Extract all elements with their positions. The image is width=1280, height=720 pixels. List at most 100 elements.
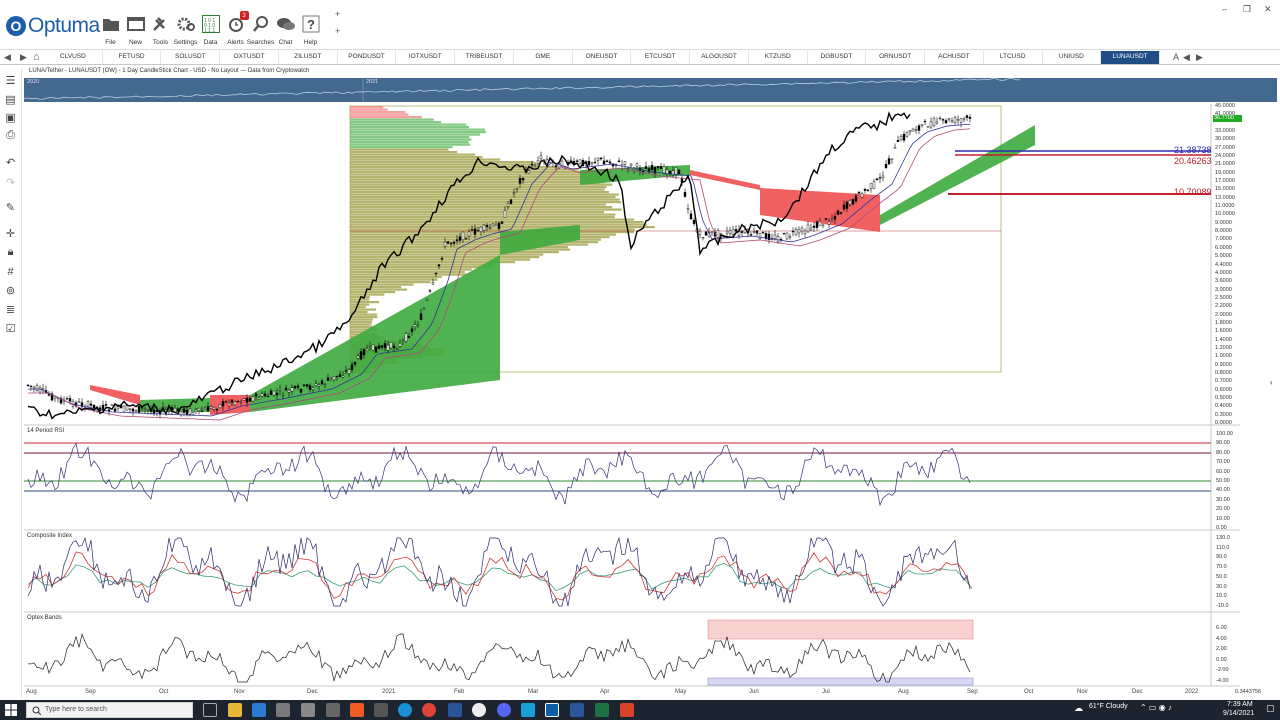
price-axis-label: 0.4000	[1215, 403, 1232, 410]
app-icon-11[interactable]	[448, 703, 462, 717]
candle-body	[578, 159, 582, 164]
edge-browser-icon[interactable]	[398, 703, 412, 717]
candle-body	[809, 227, 813, 231]
rsi-axis-label: 90.00	[1216, 440, 1230, 447]
file-explorer-icon[interactable]	[228, 703, 242, 717]
app-icon-8[interactable]	[374, 703, 388, 717]
candle-body	[281, 394, 285, 396]
candle-body	[236, 400, 240, 403]
candle-body	[242, 398, 246, 401]
volume-profile-bar	[350, 308, 377, 311]
rsi-axis-label: 100.00	[1216, 431, 1233, 437]
composite-axis-label: 130.0	[1216, 535, 1230, 541]
x-axis-label: Apr	[600, 689, 610, 695]
app-icon-18[interactable]	[620, 703, 634, 717]
candle-body	[311, 387, 315, 390]
candle-body	[842, 204, 846, 210]
price-axis-label: 1.4000	[1215, 336, 1232, 343]
windows-start-icon[interactable]	[4, 703, 18, 717]
candle-body	[479, 226, 483, 232]
candle-body	[911, 128, 915, 132]
clock-date[interactable]: 9/14/2021	[1223, 710, 1254, 717]
candle-body	[857, 191, 861, 194]
rsi-axis-label: 10.00	[1216, 515, 1230, 522]
app-icon-5[interactable]	[301, 703, 315, 717]
rsi-axis-label: 80.00	[1216, 449, 1230, 456]
composite-index-line	[27, 536, 971, 607]
candle-body	[644, 166, 648, 169]
candle-body	[830, 218, 834, 220]
volume-profile-bar	[350, 196, 616, 199]
candle-body	[677, 169, 681, 175]
tray-icons[interactable]: ⌃ ▭ ◉ ♪	[1140, 703, 1172, 712]
candle-body	[410, 328, 414, 332]
candle-body	[659, 165, 663, 170]
app-icon-12[interactable]	[472, 703, 486, 717]
optuma-taskbar-icon[interactable]	[545, 703, 559, 717]
candle-body	[143, 408, 147, 410]
candle-body	[89, 403, 93, 406]
app-icon-17[interactable]	[595, 703, 609, 717]
candle-body	[182, 408, 186, 413]
candle-body	[431, 281, 435, 285]
volume-profile-bar	[350, 263, 495, 266]
candle-body	[641, 170, 645, 173]
candle-body	[122, 405, 126, 412]
side-panel-toggle-icon[interactable]: ‹	[1270, 378, 1273, 387]
candle-body	[656, 166, 660, 168]
candle-body	[530, 163, 534, 166]
composite-axis-label: 30.0	[1216, 583, 1227, 590]
price-axis-label: 0.9000	[1215, 361, 1232, 368]
candle-body	[920, 124, 924, 126]
composite-fast-average	[27, 551, 971, 601]
volume-profile-bar	[350, 283, 414, 286]
mail-icon[interactable]	[252, 703, 266, 717]
candle-body	[299, 388, 303, 393]
price-axis-label: 2.0000	[1215, 311, 1232, 318]
candle-body	[776, 236, 780, 242]
price-axis-label: 2.5000	[1215, 294, 1232, 301]
clock-time[interactable]: 7:39 AM	[1227, 701, 1253, 708]
chart-canvas[interactable]	[0, 0, 1280, 700]
volume-profile-bar	[350, 151, 458, 154]
candle-body	[845, 201, 849, 209]
brave-browser-icon[interactable]	[350, 703, 364, 717]
candle-body	[197, 407, 201, 411]
volume-profile-bar	[350, 231, 635, 234]
app-icon-14[interactable]	[521, 703, 535, 717]
optex-pane-label: Optex Bands	[27, 615, 62, 621]
candle-body	[434, 272, 438, 275]
chrome-browser-icon[interactable]	[422, 703, 436, 717]
candle-body	[314, 383, 318, 386]
candle-body	[146, 409, 150, 411]
candle-body	[605, 160, 609, 162]
price-axis-label: 5.0000	[1215, 253, 1232, 260]
word-icon[interactable]	[570, 703, 584, 717]
notification-icon[interactable]: ▢	[1266, 703, 1275, 714]
candle-body	[131, 408, 135, 412]
candle-body	[509, 199, 513, 204]
candle-body	[341, 375, 345, 378]
volume-profile-bar	[350, 173, 608, 176]
price-axis-label: 1.6000	[1215, 328, 1232, 335]
task-view-icon[interactable]	[203, 703, 217, 717]
discord-icon[interactable]	[497, 703, 511, 717]
overview-strip[interactable]	[24, 78, 1277, 102]
candle-body	[263, 393, 267, 397]
candle-body	[929, 121, 933, 128]
candle-body	[866, 189, 870, 191]
volume-profile-bar	[350, 286, 402, 289]
weather-icon[interactable]: ☁	[1074, 703, 1083, 714]
candle-body	[428, 290, 432, 292]
candle-body	[365, 348, 369, 351]
composite-slow-average	[27, 562, 973, 592]
optex-axis-label: -2.00	[1216, 667, 1229, 674]
settings-app-icon[interactable]	[276, 703, 290, 717]
app-icon-6[interactable]	[326, 703, 340, 717]
candle-body	[923, 120, 927, 123]
candle-body	[626, 167, 630, 170]
weather-text[interactable]: 61°F Cloudy	[1089, 703, 1128, 710]
candle-body	[935, 121, 939, 124]
candle-body	[854, 195, 858, 202]
taskbar-search-input[interactable]: Type here to search	[26, 702, 193, 718]
